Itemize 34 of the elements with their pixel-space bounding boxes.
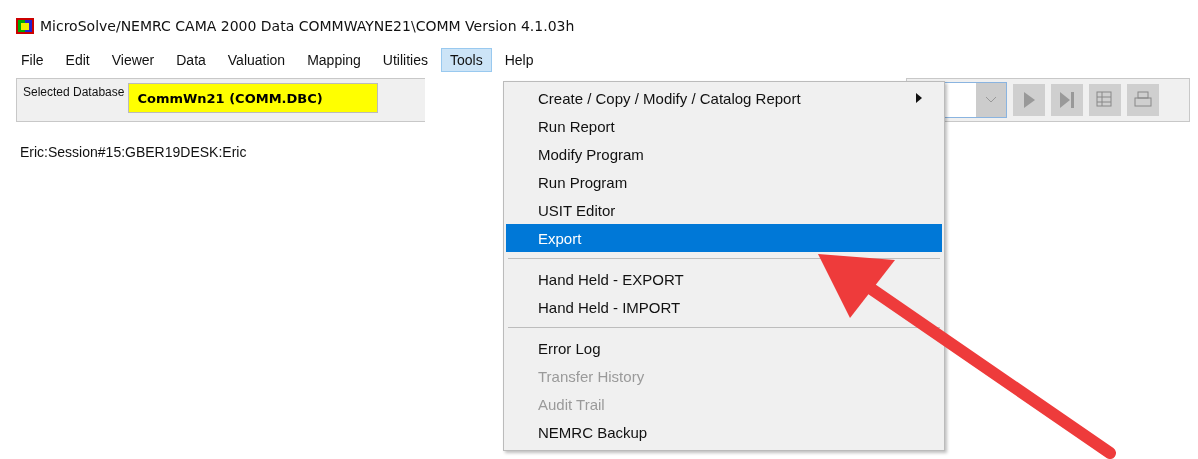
menu-option[interactable]: Modify Program — [506, 140, 942, 168]
menu-option[interactable]: Hand Held - IMPORT — [506, 293, 942, 321]
menu-option[interactable]: Create / Copy / Modify / Catalog Report — [506, 84, 942, 112]
database-label: Selected Database — [23, 84, 125, 99]
database-field[interactable]: CommWn21 (COMM.DBC) — [128, 83, 379, 113]
menu-option[interactable]: Run Report — [506, 112, 942, 140]
menu-item[interactable]: Mapping — [298, 48, 370, 72]
menu-option[interactable]: USIT Editor — [506, 196, 942, 224]
menu-option[interactable]: NEMRC Backup — [506, 418, 942, 446]
grid-button[interactable] — [1089, 84, 1121, 116]
play-icon — [1022, 91, 1036, 109]
menu-option[interactable]: Hand Held - EXPORT — [506, 265, 942, 293]
menu-option[interactable]: Error Log — [506, 334, 942, 362]
menu-option[interactable]: Export — [506, 224, 942, 252]
menu-item[interactable]: Valuation — [218, 48, 295, 72]
window-title: MicroSolve/NEMRC CAMA 2000 Data COMMWAYNE21\COMM Version 4.1.03h — [40, 18, 575, 34]
menu-item[interactable]: Viewer — [102, 48, 164, 72]
menu-item[interactable]: Data — [167, 48, 215, 72]
chevron-down-icon[interactable] — [976, 83, 1006, 117]
menu-option[interactable]: Run Program — [506, 168, 942, 196]
app-icon — [16, 18, 34, 34]
skip-end-icon — [1059, 91, 1075, 109]
menu-item[interactable]: Tools — [441, 48, 492, 72]
session-text: Eric:Session#15:GBER19DESK:Eric — [20, 144, 247, 160]
grid-icon — [1095, 90, 1115, 110]
menu-item[interactable]: Utilities — [373, 48, 437, 72]
menu-item[interactable]: File — [12, 48, 53, 72]
submenu-arrow-icon — [916, 93, 922, 103]
play-button[interactable] — [1013, 84, 1045, 116]
printer-icon — [1133, 90, 1153, 110]
printer-button[interactable] — [1127, 84, 1159, 116]
menu-item[interactable]: Edit — [56, 48, 99, 72]
menu-item[interactable]: Help — [495, 48, 543, 72]
skip-end-button[interactable] — [1051, 84, 1083, 116]
